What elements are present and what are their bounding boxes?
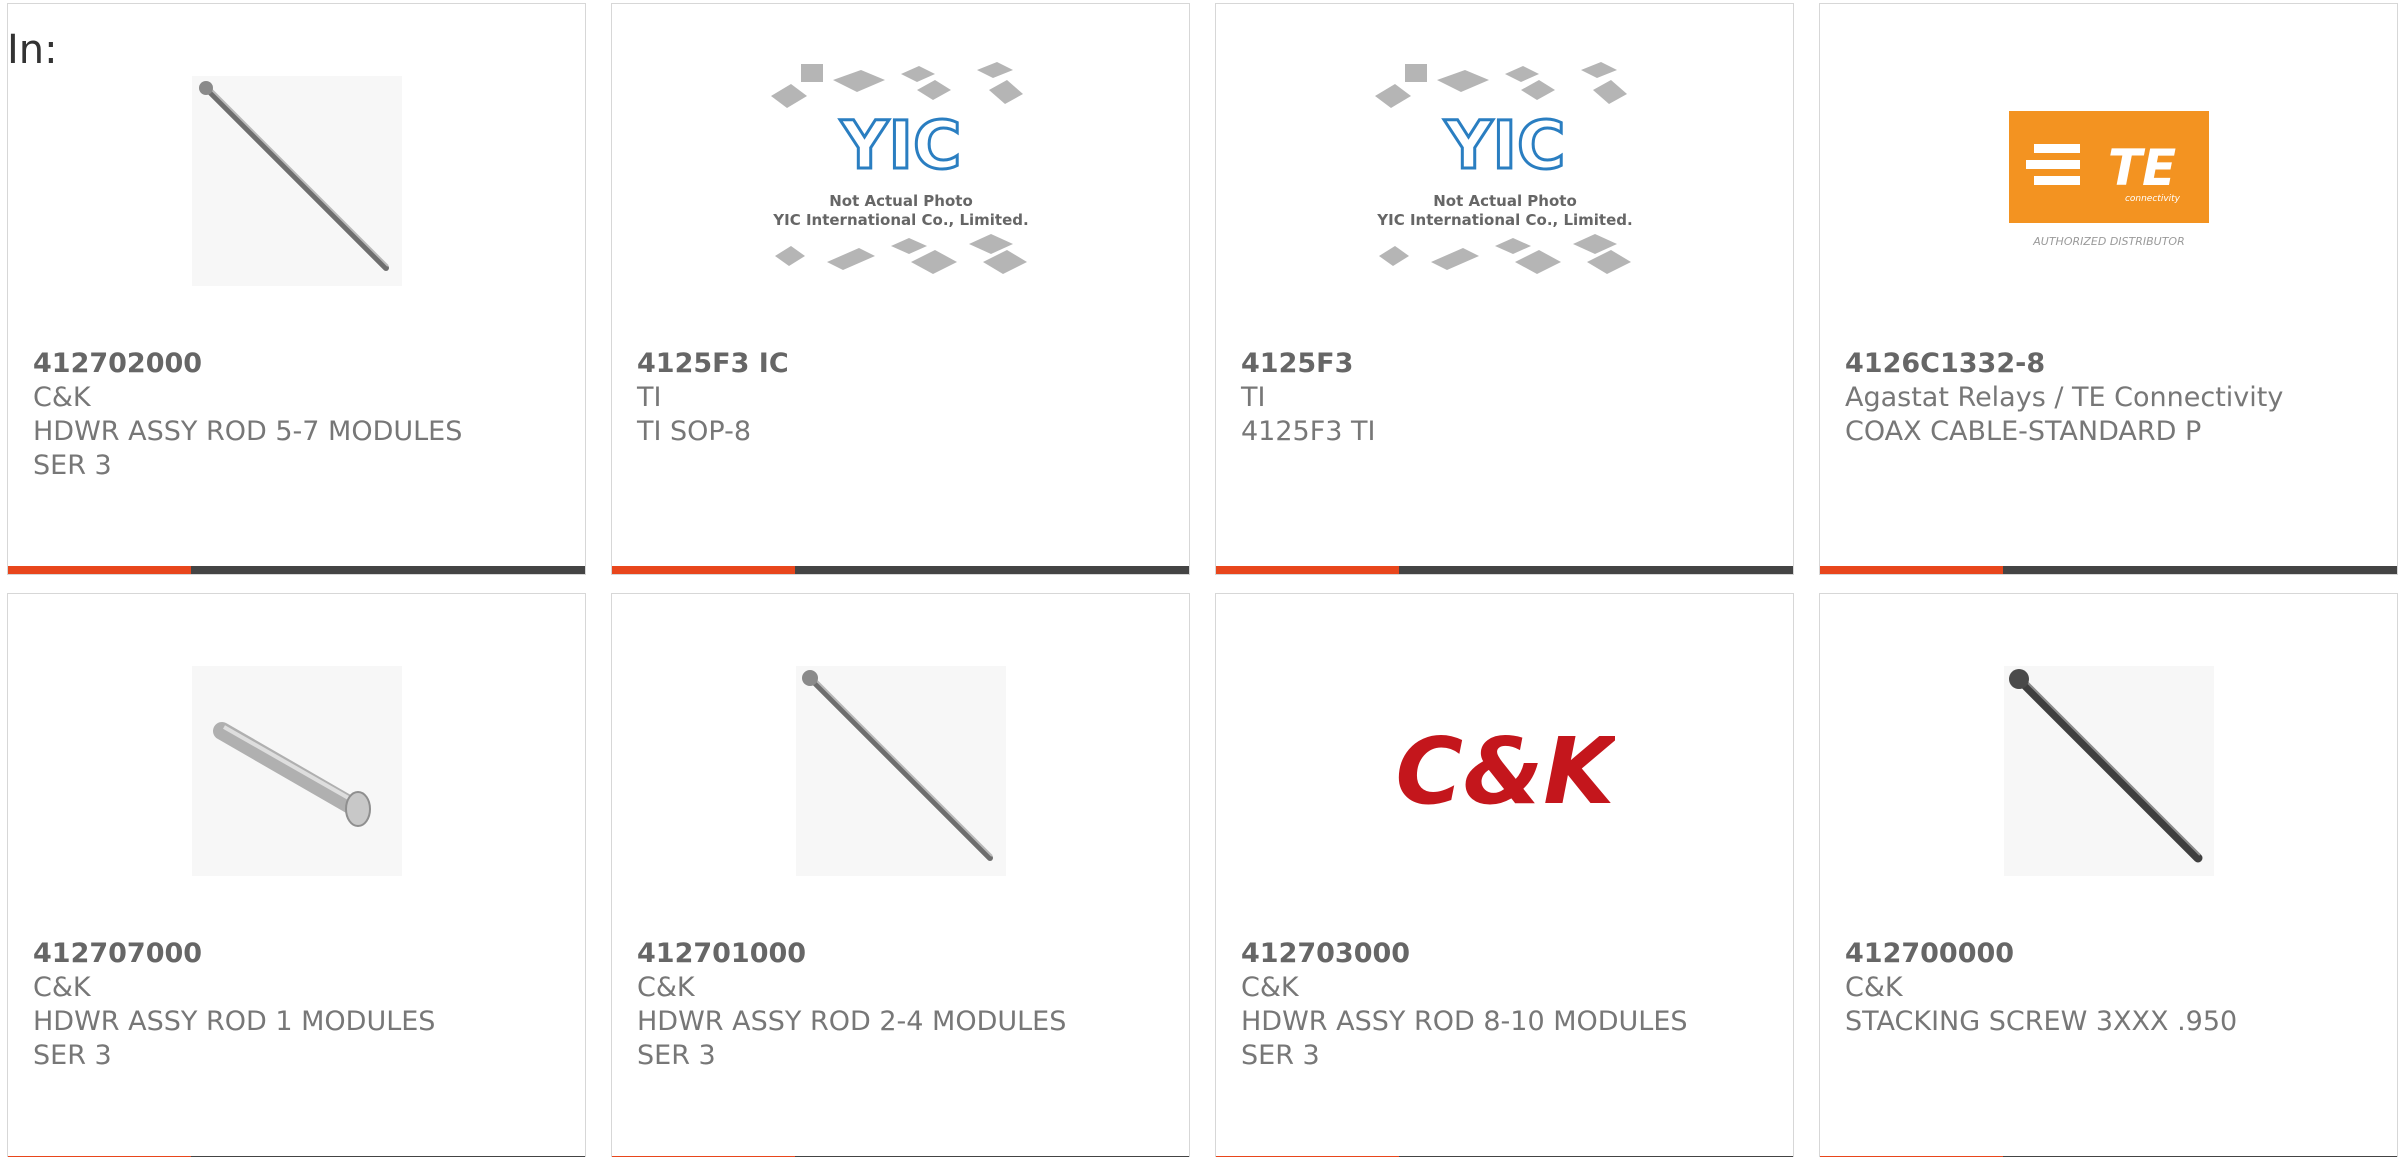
manufacturer: C&K bbox=[637, 972, 695, 1003]
manufacturer: Agastat Relays / TE Connectivity bbox=[1845, 382, 2284, 413]
dark-rod-image-icon bbox=[2003, 666, 2214, 876]
product-image[interactable] bbox=[1820, 656, 2397, 886]
manufacturer: TI bbox=[637, 382, 662, 413]
product-card[interactable]: 412700000 C&K STACKING SCREW 3XXX .950 bbox=[1819, 593, 2398, 1157]
product-image[interactable]: YIC Not Actual Photo YIC International C… bbox=[1216, 62, 1793, 296]
part-number[interactable]: 412701000 bbox=[637, 937, 1169, 971]
card-accent-bar bbox=[8, 566, 191, 574]
manufacturer: C&K bbox=[1241, 972, 1299, 1003]
product-card[interactable]: YIC Not Actual Photo YIC International C… bbox=[611, 3, 1190, 575]
rod-image-icon bbox=[191, 76, 402, 286]
description: COAX CABLE-STANDARD P bbox=[1845, 416, 2202, 447]
yic-logo-text: YIC bbox=[1443, 107, 1565, 184]
description-line-2: SER 3 bbox=[637, 1040, 716, 1071]
yic-company-text: YIC International Co., Limited. bbox=[772, 211, 1028, 229]
product-image[interactable] bbox=[612, 656, 1189, 886]
part-number[interactable]: 412707000 bbox=[33, 937, 565, 971]
product-card[interactable]: 412702000 C&K HDWR ASSY ROD 5-7 MODULES … bbox=[7, 3, 586, 575]
yic-logo-text: YIC bbox=[839, 107, 961, 184]
product-image[interactable] bbox=[8, 656, 585, 886]
part-number[interactable]: 4125F3 IC bbox=[637, 347, 1169, 381]
not-actual-photo-text: Not Actual Photo bbox=[829, 192, 973, 210]
product-image[interactable]: C&K bbox=[1216, 656, 1793, 886]
ck-logo-icon: C&K bbox=[1395, 718, 1615, 825]
product-grid-page: In: 412702000 C&K HDWR ASSY ROD 5-7 MODU… bbox=[0, 0, 2403, 1157]
product-card[interactable]: C&K 412703000 C&K HDWR ASSY ROD 8-10 MOD… bbox=[1215, 593, 1794, 1157]
part-number[interactable]: 4125F3 bbox=[1241, 347, 1773, 381]
part-number[interactable]: 4126C1332-8 bbox=[1845, 347, 2377, 381]
short-rod-image-icon bbox=[191, 666, 402, 876]
product-image[interactable]: TE connectivity AUTHORIZED DISTRIBUTOR bbox=[1820, 66, 2397, 296]
not-actual-photo-text: Not Actual Photo bbox=[1433, 192, 1577, 210]
description-line-2: SER 3 bbox=[33, 450, 112, 481]
description: TI SOP-8 bbox=[637, 416, 752, 447]
card-accent-bar bbox=[1820, 566, 2003, 574]
description: 4125F3 TI bbox=[1241, 416, 1376, 447]
filter-label: In: bbox=[7, 27, 58, 73]
description-line-2: SER 3 bbox=[1241, 1040, 1320, 1071]
part-number[interactable]: 412700000 bbox=[1845, 937, 2377, 971]
description-line-2: SER 3 bbox=[33, 1040, 112, 1071]
yic-placeholder-icon: YIC Not Actual Photo YIC International C… bbox=[1374, 62, 1632, 274]
manufacturer: C&K bbox=[33, 382, 91, 413]
rod-image-icon bbox=[795, 666, 1006, 876]
authorized-distributor-text: AUTHORIZED DISTRIBUTOR bbox=[2032, 235, 2185, 248]
product-image[interactable]: YIC Not Actual Photo YIC International C… bbox=[612, 62, 1189, 296]
ck-logo-text: C&K bbox=[1395, 718, 1615, 825]
product-card[interactable]: YIC Not Actual Photo YIC International C… bbox=[1215, 3, 1794, 575]
product-card[interactable]: 412707000 C&K HDWR ASSY ROD 1 MODULES SE… bbox=[7, 593, 586, 1157]
description: STACKING SCREW 3XXX .950 bbox=[1845, 1006, 2238, 1037]
product-card[interactable]: 412701000 C&K HDWR ASSY ROD 2-4 MODULES … bbox=[611, 593, 1190, 1157]
te-connectivity-logo-icon: TE connectivity AUTHORIZED DISTRIBUTOR bbox=[2008, 111, 2209, 248]
part-number[interactable]: 412703000 bbox=[1241, 937, 1773, 971]
product-image[interactable] bbox=[8, 66, 585, 296]
description: HDWR ASSY ROD 5-7 MODULES bbox=[33, 416, 463, 447]
manufacturer: TI bbox=[1241, 382, 1266, 413]
manufacturer: C&K bbox=[33, 972, 91, 1003]
description: HDWR ASSY ROD 8-10 MODULES bbox=[1241, 1006, 1688, 1037]
description: HDWR ASSY ROD 1 MODULES bbox=[33, 1006, 436, 1037]
yic-company-text: YIC International Co., Limited. bbox=[1376, 211, 1632, 229]
description: HDWR ASSY ROD 2-4 MODULES bbox=[637, 1006, 1067, 1037]
te-logo-text: TE bbox=[2107, 139, 2175, 197]
manufacturer: C&K bbox=[1845, 972, 1903, 1003]
product-card[interactable]: TE connectivity AUTHORIZED DISTRIBUTOR 4… bbox=[1819, 3, 2398, 575]
card-accent-bar bbox=[612, 566, 795, 574]
te-connectivity-text: connectivity bbox=[2124, 194, 2180, 204]
yic-placeholder-icon: YIC Not Actual Photo YIC International C… bbox=[770, 62, 1028, 274]
card-accent-bar bbox=[1216, 566, 1399, 574]
part-number[interactable]: 412702000 bbox=[33, 347, 565, 381]
